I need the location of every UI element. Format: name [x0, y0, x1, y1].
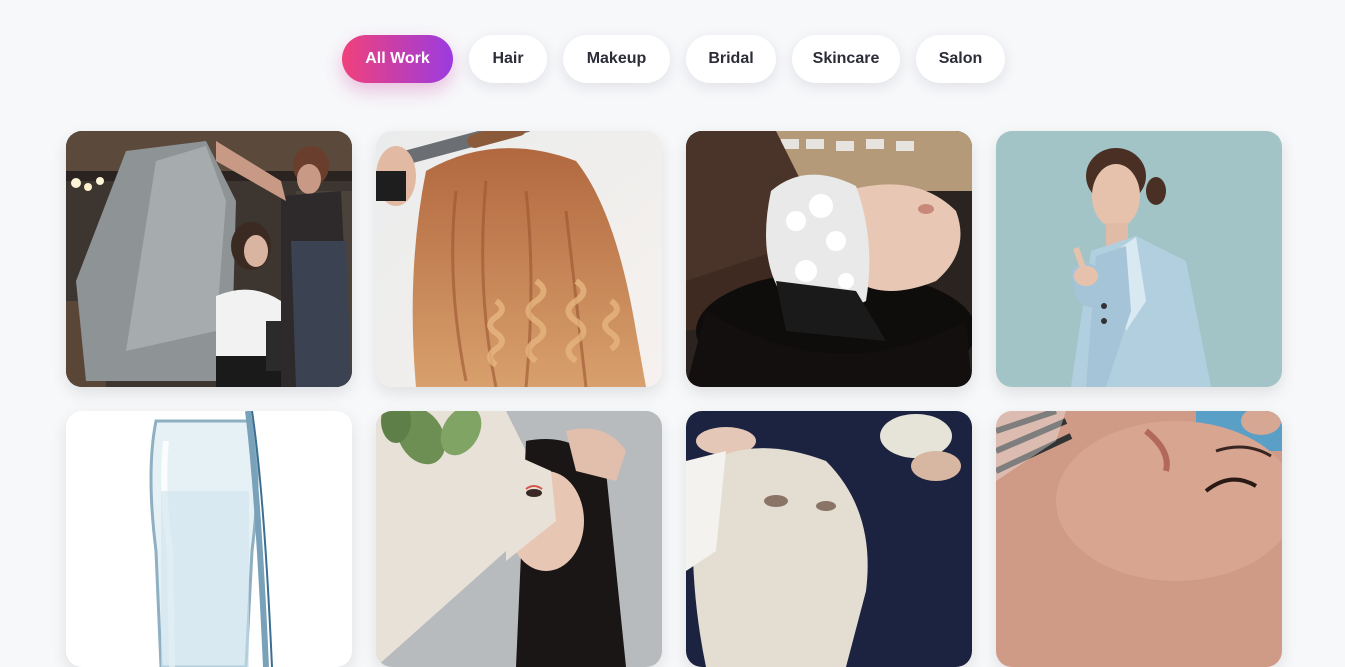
gallery-item-hair-wash[interactable]	[686, 131, 972, 387]
facial-closeup-image	[996, 411, 1282, 667]
curling-hair-image	[376, 131, 662, 387]
hair-wash-image	[686, 131, 972, 387]
gallery-item-blue-suit[interactable]	[996, 131, 1282, 387]
portfolio-gallery	[66, 131, 1282, 667]
water-glass-image	[66, 411, 352, 667]
gallery-item-leaf-portrait[interactable]	[376, 411, 662, 667]
filter-salon-button[interactable]: Salon	[916, 35, 1005, 83]
portfolio-filter-bar: All Work Hair Makeup Bridal Skincare Sal…	[342, 35, 1005, 83]
haircut-image	[66, 131, 352, 387]
gallery-item-face-mask[interactable]	[686, 411, 972, 667]
gallery-item-curling[interactable]	[376, 131, 662, 387]
filter-skincare-button[interactable]: Skincare	[792, 35, 900, 83]
gallery-item-water-glass[interactable]	[66, 411, 352, 667]
filter-makeup-button[interactable]: Makeup	[563, 35, 670, 83]
gallery-item-facial-closeup[interactable]	[996, 411, 1282, 667]
filter-all-work-button[interactable]: All Work	[342, 35, 453, 83]
face-mask-image	[686, 411, 972, 667]
leaf-portrait-image	[376, 411, 662, 667]
blue-suit-portrait-image	[996, 131, 1282, 387]
filter-hair-button[interactable]: Hair	[469, 35, 547, 83]
gallery-item-haircut[interactable]	[66, 131, 352, 387]
filter-bridal-button[interactable]: Bridal	[686, 35, 776, 83]
